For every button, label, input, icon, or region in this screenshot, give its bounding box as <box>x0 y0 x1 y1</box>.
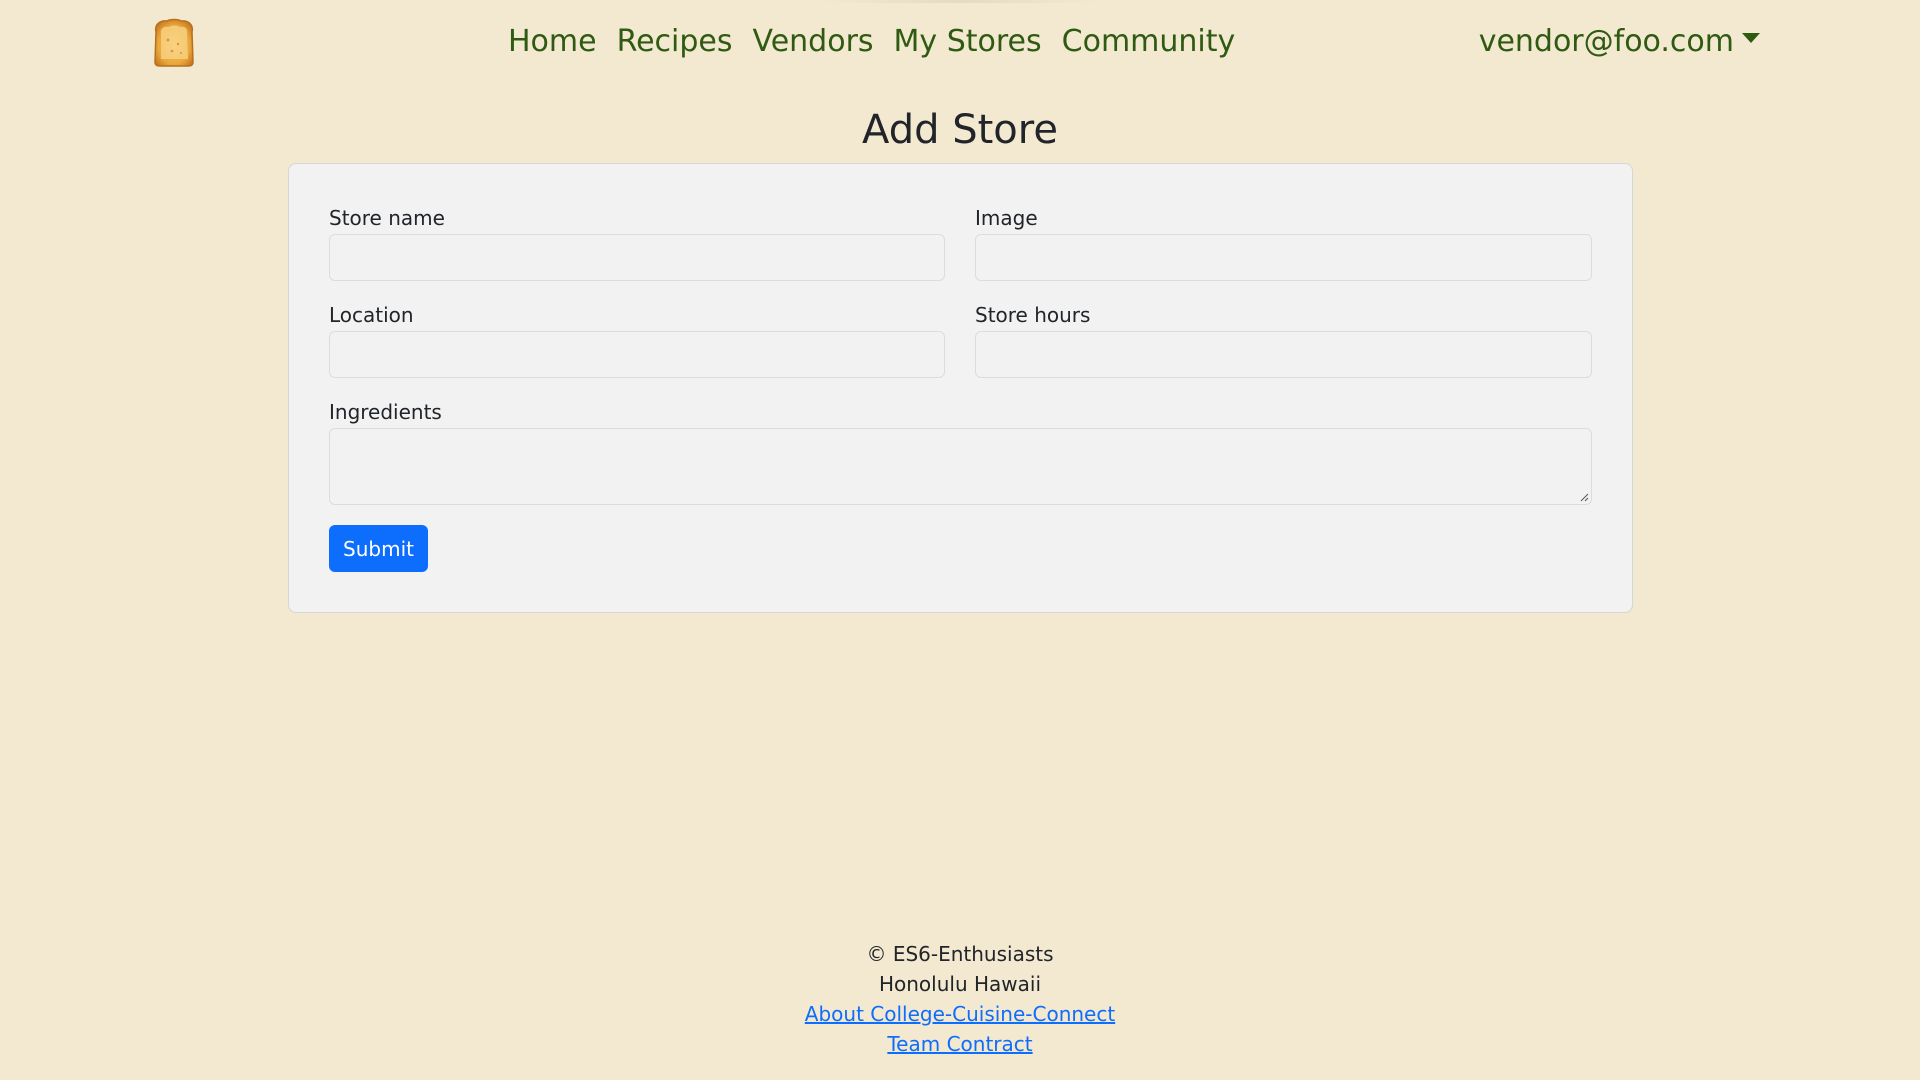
location-label: Location <box>329 303 414 327</box>
nav-link-community[interactable]: Community <box>1052 20 1246 64</box>
ingredients-textarea[interactable] <box>329 428 1592 505</box>
store-hours-input[interactable] <box>975 331 1592 378</box>
resize-handle-icon[interactable] <box>1579 492 1589 502</box>
about-link[interactable]: About College-Cuisine-Connect <box>805 1002 1115 1026</box>
store-name-label: Store name <box>329 206 445 230</box>
add-store-form-card: Store name Image Location Store hours In… <box>288 163 1633 613</box>
user-email: vendor@foo.com <box>1478 24 1734 59</box>
nav-link-vendors[interactable]: Vendors <box>743 20 884 64</box>
location-input[interactable] <box>329 331 945 378</box>
caret-down-icon <box>1742 33 1760 43</box>
user-menu-dropdown[interactable]: vendor@foo.com <box>1479 20 1760 64</box>
top-shadow <box>820 0 1100 3</box>
toast-logo-icon[interactable] <box>151 18 197 67</box>
ingredients-label: Ingredients <box>329 400 442 424</box>
image-label: Image <box>975 206 1038 230</box>
image-input[interactable] <box>975 234 1592 281</box>
footer-location: Honolulu Hawaii <box>878 972 1042 996</box>
store-hours-label: Store hours <box>975 303 1091 327</box>
team-contract-link[interactable]: Team Contract <box>887 1032 1032 1056</box>
nav-link-recipes[interactable]: Recipes <box>607 20 743 64</box>
navbar: Home Recipes Vendors My Stores Community… <box>0 0 1920 86</box>
submit-button[interactable]: Submit <box>329 525 428 572</box>
nav-link-my-stores[interactable]: My Stores <box>884 20 1052 64</box>
footer-copyright: © ES6-Enthusiasts <box>866 942 1054 966</box>
main-nav: Home Recipes Vendors My Stores Community <box>498 20 1245 64</box>
store-name-input[interactable] <box>329 234 945 281</box>
page-title: Add Store <box>862 107 1058 153</box>
nav-link-home[interactable]: Home <box>498 20 607 64</box>
footer: © ES6-Enthusiasts Honolulu Hawaii About … <box>0 939 1920 1059</box>
